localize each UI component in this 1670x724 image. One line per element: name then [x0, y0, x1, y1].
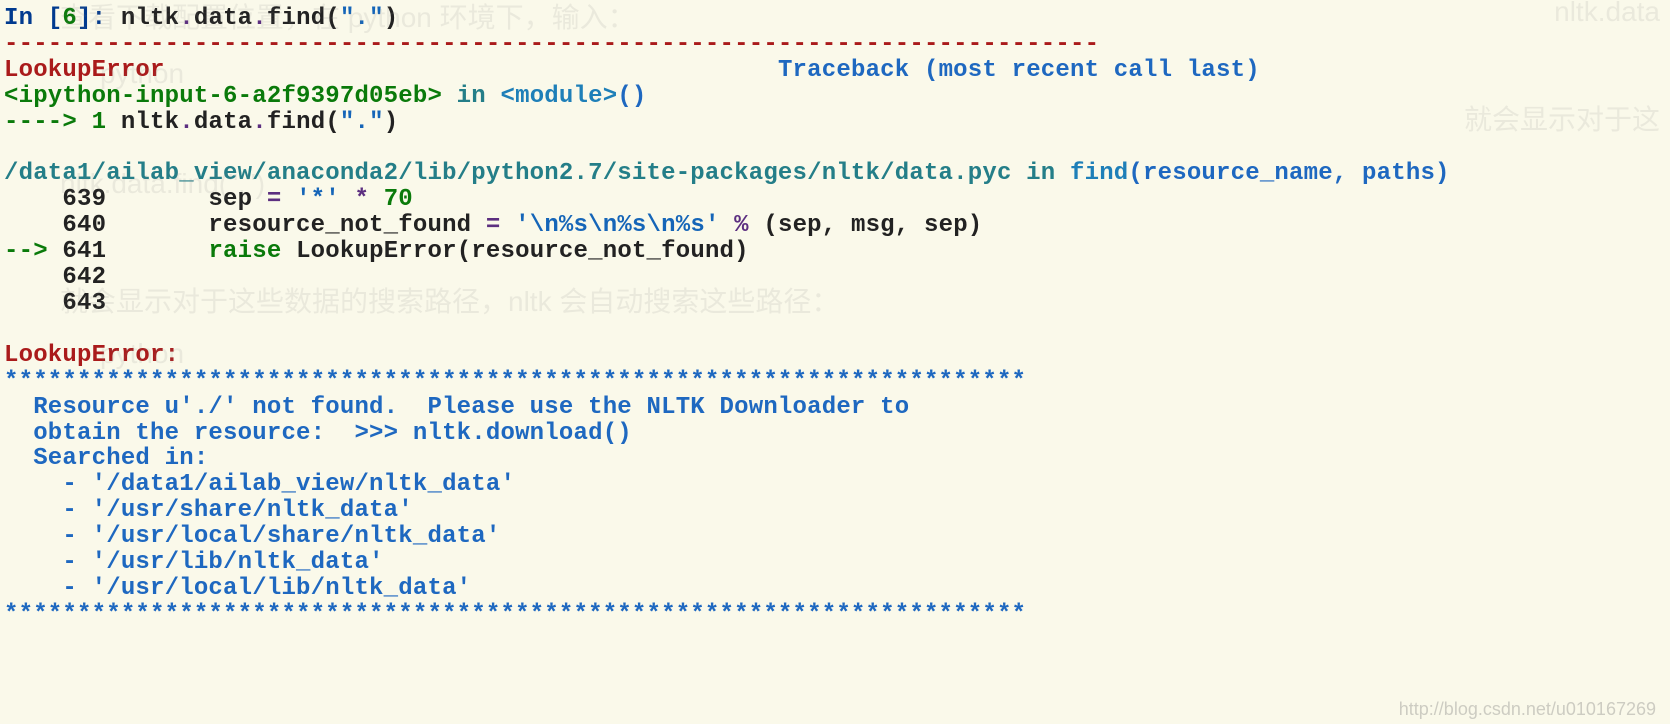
src-line-639: 639 sep = '*' * 70: [4, 186, 413, 213]
msg-r7: - '/usr/lib/nltk_data': [4, 549, 384, 576]
code-attr-data: data: [194, 5, 252, 32]
lineno-642: 642: [4, 264, 106, 291]
code-attr-find: find: [267, 5, 325, 32]
l1-d2: .: [252, 109, 267, 136]
l640-pre: resource_not_found: [106, 212, 486, 239]
exception-name: LookupError: [4, 57, 165, 84]
l1-arg: ".": [340, 109, 384, 136]
dot-1: .: [179, 5, 194, 32]
arg-string: ".": [340, 5, 384, 32]
l639-sp: [281, 186, 296, 213]
module-tag: <module>: [501, 83, 618, 110]
l641-pre: [106, 238, 208, 265]
l640-pct: %: [720, 212, 764, 239]
arrow-641: -->: [4, 238, 62, 265]
ipython-input-tag: <ipython-input-6-a2f9397d05eb>: [4, 83, 442, 110]
traceback-frame-ipy: <ipython-input-6-a2f9397d05eb> in <modul…: [4, 83, 647, 110]
src-line-640: 640 resource_not_found = '\n%s\n%s\n%s' …: [4, 212, 982, 239]
l1-d1: .: [179, 109, 194, 136]
l640-tuple: (sep, msg, sep): [763, 212, 982, 239]
err-name-2: LookupError: [4, 342, 165, 369]
separator-line: ----------------------------------------…: [4, 31, 1099, 58]
msg-r8: - '/usr/local/lib/nltk_data': [4, 575, 471, 602]
l1-a2: find: [267, 109, 325, 136]
code-obj: nltk: [121, 5, 179, 32]
prompt-row: In [6]: nltk.data.find("."): [4, 5, 398, 32]
msg-r4: - '/data1/ailab_view/nltk_data': [4, 471, 515, 498]
rparen: ): [384, 5, 399, 32]
l639-str: '*': [296, 186, 340, 213]
in-word-1: in: [442, 83, 500, 110]
traceback-header-row: LookupError Traceback (most recent call …: [4, 57, 1260, 84]
ipython-output: In [6]: nltk.data.find(".") ------------…: [0, 0, 1670, 628]
l639-num: 70: [384, 186, 413, 213]
l639-pre: sep: [106, 186, 267, 213]
l1-lp: (: [325, 109, 340, 136]
stars-bottom: ****************************************…: [4, 601, 1026, 628]
l641-exc: LookupError: [296, 238, 457, 265]
msg-r1: Resource u'./' not found. Please use the…: [4, 394, 909, 421]
stars-top: ****************************************…: [4, 368, 1026, 395]
l639-eq: =: [267, 186, 282, 213]
in-word-2: in: [1012, 160, 1070, 187]
prompt-number: 6: [62, 5, 77, 32]
arrow-1: ----> 1: [4, 109, 121, 136]
lineno-639: 639: [4, 186, 106, 213]
dot-2: .: [252, 5, 267, 32]
lineno-641: 641: [62, 238, 106, 265]
source-file-row: /data1/ailab_view/anaconda2/lib/python2.…: [4, 160, 1450, 187]
error-message-header: LookupError:: [4, 342, 194, 369]
l1-rp: ): [384, 109, 399, 136]
l1-a1: data: [194, 109, 252, 136]
l641-raise: raise: [208, 238, 281, 265]
msg-r6: - '/usr/local/share/nltk_data': [4, 523, 500, 550]
l640-eq: =: [486, 212, 501, 239]
src-line-641: --> 641 raise LookupError(resource_not_f…: [4, 238, 749, 265]
msg-r3: Searched in:: [4, 445, 208, 472]
source-path: /data1/ailab_view/anaconda2/lib/python2.…: [4, 160, 1012, 187]
l640-str: '\n%s\n%s\n%s': [515, 212, 719, 239]
traceback-label: Traceback (most recent call last): [778, 57, 1260, 84]
prompt-close: ]:: [77, 5, 121, 32]
msg-r5: - '/usr/share/nltk_data': [4, 497, 413, 524]
l641-args: (resource_not_found): [457, 238, 749, 265]
l640-sp: [501, 212, 516, 239]
l639-mul: *: [340, 186, 384, 213]
traceback-frame-line-1: ----> 1 nltk.data.find("."): [4, 109, 398, 136]
prompt-in-label: In [: [4, 5, 62, 32]
msg-r2: obtain the resource: >>> nltk.download(): [4, 420, 632, 447]
err-colon: :: [165, 342, 194, 369]
lparen: (: [325, 5, 340, 32]
module-parens: (): [617, 83, 646, 110]
lineno-640: 640: [4, 212, 106, 239]
l641-sp: [281, 238, 296, 265]
lineno-643: 643: [4, 290, 106, 317]
fn-sig: (resource_name, paths): [1128, 160, 1449, 187]
fn-name: find: [1070, 160, 1128, 187]
l1-obj: nltk: [121, 109, 179, 136]
watermark-url: http://blog.csdn.net/u010167269: [1399, 699, 1656, 720]
spacer-1: [165, 57, 778, 84]
